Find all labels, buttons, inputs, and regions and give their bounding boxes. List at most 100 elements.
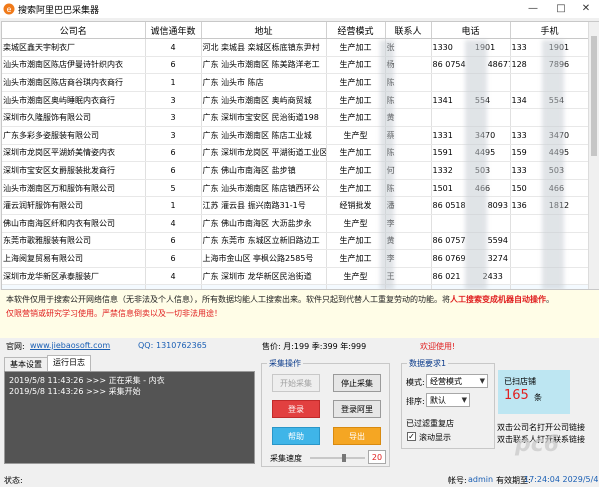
cell-mode[interactable]: 生产加工 bbox=[326, 91, 386, 110]
cell-company[interactable]: 灌云润轩服饰有限公司 bbox=[2, 196, 146, 215]
cell-years[interactable]: 6 bbox=[145, 249, 202, 268]
scrollbar-thumb[interactable] bbox=[591, 36, 597, 156]
cell-address[interactable]: 河北 栾城县 栾城区栎底镇东尹村 bbox=[201, 38, 327, 57]
tab-basic-settings[interactable]: 基本设置 bbox=[4, 357, 48, 371]
account-value: admin bbox=[468, 475, 494, 484]
mode-select[interactable]: 经营模式 ▼ bbox=[426, 374, 488, 388]
cell-years[interactable]: 4 bbox=[145, 38, 202, 57]
table-row[interactable]: 栾城区鑫天宇制衣厂4河北 栾城县 栾城区栎底镇东尹村生产加工张133019011… bbox=[2, 38, 590, 57]
table-row[interactable]: 佛山市南海区纤和内衣有限公司4广东 佛山市南海区 大沥盐步永生产型李 bbox=[2, 214, 590, 233]
cell-mode[interactable]: 生产加工 bbox=[326, 144, 386, 163]
cell-address[interactable]: 广东 汕头市潮南区 陈店工业城 bbox=[201, 126, 327, 145]
cell-company[interactable]: 深圳市久隆服饰有限公司 bbox=[2, 108, 146, 127]
cell-mode[interactable]: 经销批发 bbox=[326, 196, 386, 215]
cell-mode[interactable]: 生产加工 bbox=[326, 38, 386, 57]
cell-address[interactable]: 广东 汕头市潮南区 奥屿商贸城 bbox=[201, 91, 327, 110]
cell-company[interactable]: 东莞市歌雅服装有限公司 bbox=[2, 232, 146, 251]
cell-company[interactable]: 汕头市潮南区陈店伊曼诗针织内衣 bbox=[2, 56, 146, 75]
cell-company[interactable]: 广东多彩多姿服装有限公司 bbox=[2, 126, 146, 145]
table-row[interactable]: 汕头市潮南区万和服饰有限公司5广东 汕头市潮南区 陈店镇西环公生产加工陈1501… bbox=[2, 179, 590, 198]
cell-address[interactable]: 广东 汕头市潮南区 陈美路洋老工 bbox=[201, 56, 327, 75]
cell-company[interactable]: 上海阅复贸易有限公司 bbox=[2, 249, 146, 268]
cell-company[interactable]: 佛山市南海区纤和内衣有限公司 bbox=[2, 214, 146, 233]
column-header-contact[interactable]: 联系人 bbox=[385, 22, 432, 39]
cell-address[interactable]: 广东 深圳市 龙华新区民治街道 bbox=[201, 267, 327, 286]
cell-address[interactable]: 广东 东莞市 东城区立新旧路边工 bbox=[201, 232, 327, 251]
cell-years[interactable]: 3 bbox=[145, 91, 202, 110]
login-button[interactable]: 登录 bbox=[272, 400, 320, 418]
cell-years[interactable]: 3 bbox=[145, 108, 202, 127]
cell-address[interactable]: 广东 汕头市 陈店 bbox=[201, 73, 327, 92]
table-row[interactable]: 上海阅复贸易有限公司6上海市金山区 亭枫公路2585号生产加工李86 07693… bbox=[2, 249, 590, 268]
cell-years[interactable]: 1 bbox=[145, 196, 202, 215]
cell-address[interactable]: 上海市金山区 亭枫公路2585号 bbox=[201, 249, 327, 268]
cell-years[interactable]: 1 bbox=[145, 73, 202, 92]
table-row[interactable]: 深圳市龙岗区平湖娇美情姿内衣6广东 深圳市龙岗区 平湖街道工业区生产加工陈159… bbox=[2, 144, 590, 163]
cell-address[interactable]: 广东 汕头市潮南区 陈店镇西环公 bbox=[201, 179, 327, 198]
table-row[interactable]: 广东多彩多姿服装有限公司3广东 汕头市潮南区 陈店工业城生产型蔡13313470… bbox=[2, 126, 590, 145]
speed-slider[interactable] bbox=[310, 454, 365, 462]
cell-company[interactable]: 深圳市宝安区女爵服装批发商行 bbox=[2, 161, 146, 180]
minimize-button[interactable]: — bbox=[520, 0, 546, 18]
cell-mode[interactable]: 生产加工 bbox=[326, 179, 386, 198]
table-row[interactable]: 深圳市龙华新区承泰服装厂4广东 深圳市 龙华新区民治街道生产型王86 02124… bbox=[2, 267, 590, 286]
cell-mode[interactable]: 生产加工 bbox=[326, 161, 386, 180]
cell-years[interactable]: 5 bbox=[145, 179, 202, 198]
column-header-address[interactable]: 地址 bbox=[201, 22, 327, 39]
cell-mode[interactable]: 生产加工 bbox=[326, 249, 386, 268]
website-link[interactable]: www.jiebaosoft.com bbox=[30, 341, 110, 350]
grid-scrollbar[interactable] bbox=[588, 22, 599, 289]
cell-address[interactable]: 广东 佛山市南海区 盐步镇 bbox=[201, 161, 327, 180]
results-grid[interactable]: 公司名 诚信通年数 地址 经营模式 联系人 电话 手机 栾城区鑫天宇制衣厂 4 河北… bbox=[1, 21, 599, 290]
cell-mode[interactable]: 生产加工 bbox=[326, 232, 386, 251]
table-row[interactable]: 汕头市潮南区陈店伊曼诗针织内衣6广东 汕头市潮南区 陈美路洋老工生产加工杨86 … bbox=[2, 56, 590, 75]
cell-mode[interactable]: 生产型 bbox=[326, 267, 386, 286]
cell-address[interactable]: 广东 深圳市龙岗区 平湖街道工业区 bbox=[201, 144, 327, 163]
cell-address[interactable]: 广东 佛山市南海区 大沥盐步永 bbox=[201, 214, 327, 233]
cell-address[interactable]: 江苏 灌云县 振兴南路31-1号 bbox=[201, 196, 327, 215]
table-row[interactable]: 东莞市歌雅服装有限公司6广东 东莞市 东城区立新旧路边工生产加工黄86 0757… bbox=[2, 232, 590, 251]
table-row[interactable]: 汕头市潮南区奥屿睡眠内衣商行3广东 汕头市潮南区 奥屿商贸城生产加工陈13415… bbox=[2, 91, 590, 110]
cell-mode[interactable]: 生产加工 bbox=[326, 108, 386, 127]
qq-link[interactable]: 1310762365 bbox=[156, 341, 207, 350]
help-button[interactable]: 帮助 bbox=[272, 427, 320, 445]
cell-years[interactable]: 4 bbox=[145, 267, 202, 286]
column-header-mode[interactable]: 经营模式 bbox=[326, 22, 386, 39]
tab-run-log[interactable]: 运行日志 bbox=[47, 355, 91, 371]
scroll-display-checkbox[interactable]: ✓ bbox=[407, 432, 416, 441]
table-row[interactable]: 灌云润轩服饰有限公司1江苏 灌云县 振兴南路31-1号经销批发潘86 05188… bbox=[2, 196, 590, 215]
cell-mode[interactable]: 生产型 bbox=[326, 214, 386, 233]
cell-years[interactable]: 6 bbox=[145, 144, 202, 163]
sort-select[interactable]: 默认 ▼ bbox=[426, 393, 470, 407]
cell-company[interactable]: 深圳市龙岗区平湖娇美情姿内衣 bbox=[2, 144, 146, 163]
cell-years[interactable]: 6 bbox=[145, 232, 202, 251]
cell-address[interactable]: 广东 深圳市宝安区 民治街道198 bbox=[201, 108, 327, 127]
cell-company[interactable]: 栾城区鑫天宇制衣厂 bbox=[2, 38, 146, 57]
cell-years[interactable]: 3 bbox=[145, 126, 202, 145]
cell-years[interactable]: 4 bbox=[145, 214, 202, 233]
cell-mode[interactable]: 生产加工 bbox=[326, 56, 386, 75]
cell-mode[interactable]: 生产型 bbox=[326, 126, 386, 145]
cell-years[interactable]: 6 bbox=[145, 161, 202, 180]
export-button[interactable]: 导出 bbox=[333, 427, 381, 445]
cell-company[interactable]: 汕头市潮南区万和服饰有限公司 bbox=[2, 179, 146, 198]
cell-company[interactable]: 汕头市潮南区陈店商谷琪内衣商行 bbox=[2, 73, 146, 92]
speed-slider-thumb[interactable] bbox=[341, 454, 346, 462]
cell-company[interactable]: 深圳市龙华新区承泰服装厂 bbox=[2, 267, 146, 286]
login-alibaba-button[interactable]: 登录阿里 bbox=[333, 400, 381, 418]
close-button[interactable]: ✕ bbox=[573, 0, 599, 18]
table-row[interactable]: 汕头市潮南区陈店商谷琪内衣商行1广东 汕头市 陈店生产加工陈 bbox=[2, 73, 590, 92]
column-header-phone[interactable]: 电话 bbox=[431, 22, 511, 39]
speed-value-box[interactable]: 20 bbox=[368, 450, 386, 464]
table-row[interactable]: 深圳市宝安区女爵服装批发商行6广东 佛山市南海区 盐步镇生产加工何1332503… bbox=[2, 161, 590, 180]
table-row[interactable]: 深圳市久隆服饰有限公司3广东 深圳市宝安区 民治街道198生产加工黄 bbox=[2, 108, 590, 127]
start-collect-button[interactable]: 开始采集 bbox=[272, 374, 320, 392]
column-header-mobile[interactable]: 手机 bbox=[510, 22, 590, 39]
stop-collect-button[interactable]: 停止采集 bbox=[333, 374, 381, 392]
maximize-button[interactable]: □ bbox=[548, 0, 574, 18]
column-header-company[interactable]: 公司名 bbox=[2, 22, 146, 39]
column-header-years[interactable]: 诚信通年数 bbox=[145, 22, 202, 39]
cell-years[interactable]: 6 bbox=[145, 56, 202, 75]
cell-mode[interactable]: 生产加工 bbox=[326, 73, 386, 92]
cell-company[interactable]: 汕头市潮南区奥屿睡眠内衣商行 bbox=[2, 91, 146, 110]
